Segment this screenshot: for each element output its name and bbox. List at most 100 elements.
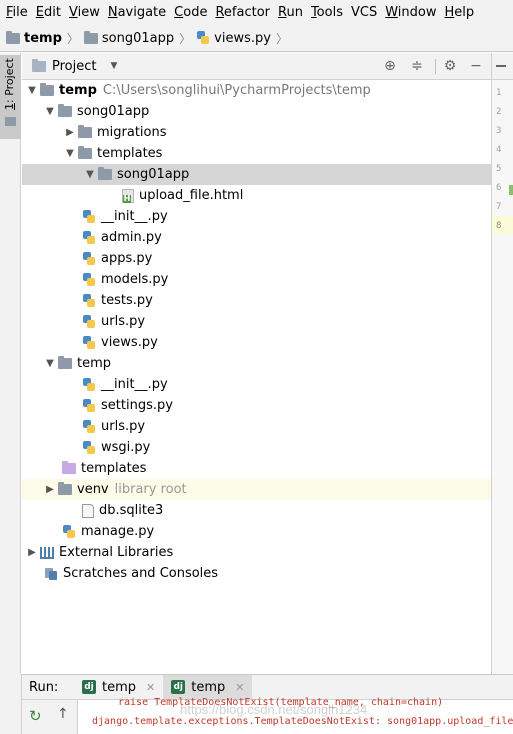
python-file-icon [82,335,96,350]
run-label: Run: [29,679,59,695]
tree-node-label: settings.py [101,398,173,413]
run-tab-active[interactable]: dj temp ✕ [163,674,253,700]
chevron-down-icon[interactable]: ▼ [42,106,58,117]
tree-node-label: manage.py [81,524,155,539]
tree-node-label: db.sqlite3 [99,503,164,518]
library-icon [40,546,54,559]
chevron-down-icon[interactable]: ▼ [62,148,78,159]
tree-node-file[interactable]: __init__.py [22,206,491,227]
line-number: 2 [496,107,502,117]
project-view-selector[interactable]: Project ▼ [22,58,118,74]
locate-icon[interactable]: ⊕ [382,58,398,74]
tree-node-scratches[interactable]: Scratches and Consoles [22,563,491,584]
breadcrumb-file-label: views.py [214,30,271,46]
console-toolbar: ↻ ↑ [22,700,78,734]
tree-node-label: apps.py [101,251,153,266]
tree-node-file[interactable]: urls.py [22,311,491,332]
chevron-right-icon[interactable]: ▶ [62,127,78,138]
minimize-icon[interactable] [496,65,506,67]
tree-node-upload-file[interactable]: upload_file.html [22,185,491,206]
tree-node-label: admin.py [101,230,162,245]
scratches-icon [44,567,58,581]
tree-node-templates[interactable]: ▼ templates [22,143,491,164]
chevron-right-icon: 〉 [66,31,79,46]
tree-node-label: temp [77,356,112,371]
tree-node-templates-root[interactable]: templates [22,458,491,479]
chevron-right-icon[interactable]: ▶ [24,547,40,558]
project-panel-header: Project ▼ ⊕ ≑ ⚙ − [22,53,491,80]
folder-icon [58,482,72,495]
tree-node-file[interactable]: models.py [22,269,491,290]
menu-file[interactable]: File [2,0,32,25]
folder-icon [78,146,92,159]
menu-edit[interactable]: Edit [32,0,65,25]
run-tab[interactable]: dj temp ✕ [74,675,163,700]
tree-node-file[interactable]: views.py [22,332,491,353]
python-file-icon [82,293,96,308]
tree-node-file[interactable]: urls.py [22,416,491,437]
tree-node-file[interactable]: tests.py [22,290,491,311]
console-line: django.template.exceptions.TemplateDoesN… [92,716,513,727]
tree-node-label: __init__.py [101,209,168,224]
chevron-right-icon: 〉 [275,31,288,46]
tree-node-label: models.py [101,272,169,287]
file-icon [82,503,94,518]
left-tool-strip-bottom [0,674,22,734]
breadcrumb-folder[interactable]: song01app [83,30,174,46]
menu-tools[interactable]: Tools [307,0,347,25]
tree-node-file[interactable]: wsgi.py [22,437,491,458]
tree-node-label: venv [77,482,109,497]
watermark: https://blog.csdn.net/songlh1234 [180,702,368,717]
collapse-all-icon[interactable]: ≑ [409,58,425,74]
tree-node-label: temp [59,83,97,98]
folder-icon [40,83,54,96]
tree-node-file[interactable]: settings.py [22,395,491,416]
gear-icon[interactable]: ⚙ [442,58,458,74]
tree-node-file[interactable]: __init__.py [22,374,491,395]
chevron-right-icon: 〉 [179,31,192,46]
tree-node-venv[interactable]: ▶ venv library root [22,479,491,500]
menu-code[interactable]: Code [170,0,211,25]
tree-node-db[interactable]: db.sqlite3 [22,500,491,521]
folder-icon [58,104,72,117]
menu-vcs[interactable]: VCS [347,0,381,25]
arrow-up-icon[interactable]: ↑ [57,706,69,722]
hide-panel-icon[interactable]: − [468,58,484,74]
breadcrumb-file[interactable]: views.py [196,31,271,46]
chevron-down-icon[interactable]: ▼ [24,85,40,96]
tree-node-file[interactable]: admin.py [22,227,491,248]
panel-title: Project [52,58,97,74]
menu-window[interactable]: Window [381,0,440,25]
menu-help[interactable]: Help [440,0,478,25]
editor-tab-strip [492,53,513,80]
tree-node-manage[interactable]: manage.py [22,521,491,542]
python-file-icon [196,31,210,45]
divider [435,59,436,74]
menu-view[interactable]: View [65,0,104,25]
menu-navigate[interactable]: Navigate [104,0,170,25]
tree-node-migrations[interactable]: ▶ migrations [22,122,491,143]
tree-node-external-libraries[interactable]: ▶ External Libraries [22,542,491,563]
chevron-right-icon[interactable]: ▶ [42,484,58,495]
tree-node-file[interactable]: apps.py [22,248,491,269]
chevron-down-icon[interactable]: ▼ [42,358,58,369]
chevron-down-icon: ▼ [110,61,118,71]
tree-node-root[interactable]: ▼ temp C:\Users\songlihui\PycharmProject… [22,80,491,101]
change-marker [509,185,513,195]
folder-icon [58,356,72,369]
tree-node-label: song01app [77,104,150,119]
close-icon[interactable]: ✕ [146,681,155,694]
library-root-hint: library root [114,482,187,497]
tree-node-label: migrations [97,125,167,140]
tree-node-temp[interactable]: ▼ temp [22,353,491,374]
rerun-icon[interactable]: ↻ [29,707,42,725]
chevron-down-icon[interactable]: ▼ [82,169,98,180]
tree-node-song01app[interactable]: ▼ song01app [22,101,491,122]
project-tool-tab-label: 1: Project [3,58,16,110]
tree-node-song01app-templates[interactable]: ▼ song01app [22,164,491,185]
editor-gutter: 1 2 3 4 5 6 7 8 [491,53,513,674]
menu-refactor[interactable]: Refactor [211,0,274,25]
line-number: 1 [496,88,502,98]
menu-run[interactable]: Run [274,0,307,25]
close-icon[interactable]: ✕ [235,681,244,694]
